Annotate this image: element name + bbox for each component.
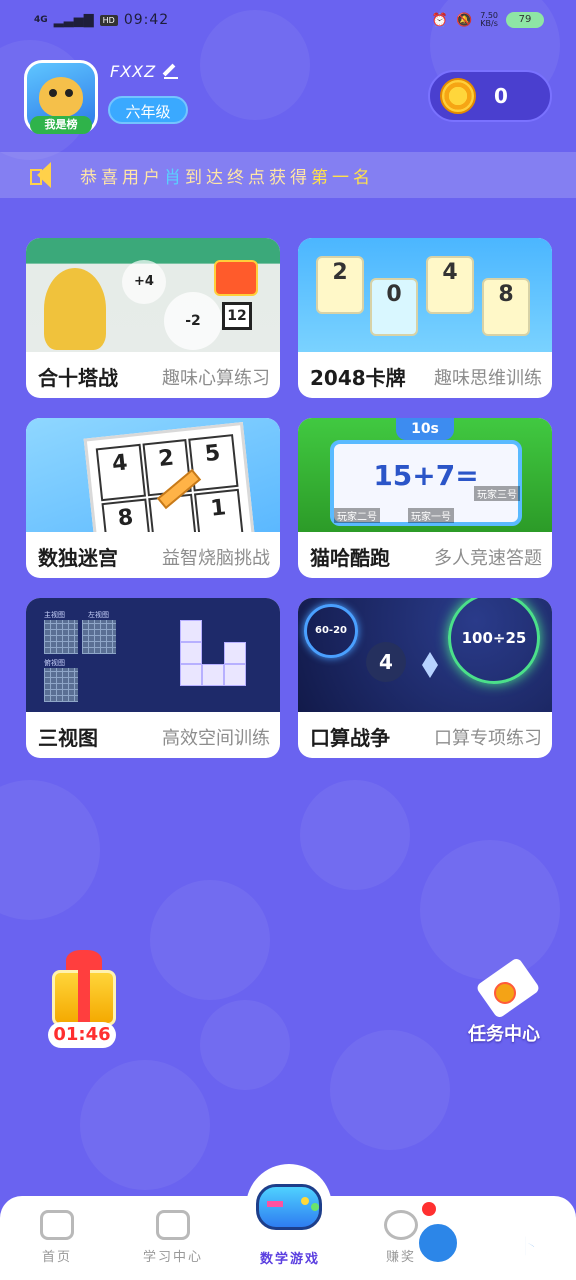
game-card-three-views[interactable]: 主视图 左视图 俯视图 三视图 高效空间训练	[26, 598, 280, 758]
timer-tab: 10s	[396, 418, 454, 440]
battery-indicator: 79	[506, 12, 544, 28]
view-label: 主视图	[44, 611, 65, 619]
play-icon	[156, 1210, 190, 1240]
speaker-icon	[28, 160, 58, 190]
game-title: 合十塔战	[38, 366, 118, 390]
left-ring: 60-20	[304, 604, 358, 658]
game-subtitle: 口算专项练习	[434, 728, 542, 749]
nav-math-games-label[interactable]: 数学游戏	[252, 1248, 328, 1267]
game-card-maoha[interactable]: 15+7= 10s 玩家二号 玩家一号 玩家三号 猫哈酷跑 多人竞速答题	[298, 418, 552, 578]
player-label: 玩家一号	[408, 508, 454, 523]
coin-balance[interactable]: 0	[428, 70, 552, 122]
cube-block	[180, 642, 202, 664]
view-label: 俯视图	[44, 659, 65, 667]
watermark-text: 飞翔下载	[466, 1231, 563, 1260]
target-number: 12	[222, 302, 252, 330]
game-subtitle: 趣味思维训练	[434, 368, 542, 389]
watermark: 飞翔下载	[416, 1216, 576, 1270]
bubble-minus: -2	[164, 292, 222, 350]
status-bar: 4G ▂▃▅▇ HD 09:42 ⏰ 🔕 7.50 KB/s 79	[0, 0, 576, 40]
grade-badge[interactable]: 六年级	[108, 96, 188, 124]
medal-icon	[494, 982, 516, 1004]
cube-block	[224, 664, 246, 686]
game-art-hesita: +4 -2 12	[26, 238, 280, 352]
game-subtitle: 高效空间训练	[162, 728, 270, 749]
network-speed: 7.50 KB/s	[480, 11, 498, 28]
number-card: 8	[482, 278, 530, 336]
home-icon	[40, 1210, 74, 1240]
notification-dot	[422, 1202, 436, 1216]
cube-block	[202, 664, 224, 686]
cube-block	[180, 620, 202, 642]
nav-home[interactable]: 首页	[12, 1210, 102, 1265]
username: FXXZ	[110, 62, 157, 81]
top-view-grid	[44, 668, 78, 702]
network-indicator: 4G	[34, 14, 48, 25]
gift-countdown[interactable]: 01:46	[48, 1022, 116, 1048]
game-art-three-views: 主视图 左视图 俯视图	[26, 598, 280, 712]
bubble-plus: +4	[122, 260, 166, 304]
number-card: 2	[316, 256, 364, 314]
status-time: 09:42	[123, 12, 170, 28]
game-title: 三视图	[38, 726, 98, 750]
coin-icon	[440, 78, 476, 114]
gift-box[interactable]	[44, 950, 126, 1030]
cube-block	[224, 642, 246, 664]
game-title: 猫哈酷跑	[310, 546, 390, 570]
nav-label: 首页	[41, 1250, 72, 1265]
player-label: 玩家二号	[334, 508, 380, 523]
coin-count: 0	[494, 84, 508, 108]
avatar-badge: 我是榜	[30, 116, 92, 134]
task-center-label[interactable]: 任务中心	[468, 1020, 540, 1046]
treasure-chest-icon	[214, 260, 258, 296]
game-art-maoha: 15+7= 10s 玩家二号 玩家一号 玩家三号	[298, 418, 552, 532]
right-ring: 100÷25	[448, 598, 540, 684]
nav-label: 学习中心	[142, 1250, 203, 1265]
game-card-2048[interactable]: 2 0 4 8 2048卡牌 趣味思维训练	[298, 238, 552, 398]
mute-icon: 🔕	[456, 12, 473, 28]
game-art-sudoku: 4 2 5 8 1	[26, 418, 280, 532]
cube-block	[180, 664, 202, 686]
notice-bar: 恭喜用户肖到达终点获得第一名	[0, 152, 576, 198]
signal-icon: ▂▃▅▇	[53, 12, 94, 28]
game-art-kousuan: 60-20 100÷25 4	[298, 598, 552, 712]
game-subtitle: 益智烧脑挑战	[162, 548, 270, 569]
number-card: 4	[426, 256, 474, 314]
avatar-character-icon	[39, 77, 83, 117]
player-label: 玩家三号	[474, 486, 520, 501]
side-view-grid	[82, 620, 116, 654]
game-subtitle: 多人竞速答题	[434, 548, 542, 569]
watermark-logo-icon	[416, 1221, 460, 1265]
game-subtitle: 趣味心算练习	[162, 368, 270, 389]
username-row[interactable]: FXXZ	[110, 62, 179, 81]
nav-math-games[interactable]	[246, 1164, 332, 1250]
game-title: 口算战争	[310, 726, 390, 750]
view-label: 左视图	[88, 611, 109, 619]
crystal-icon	[422, 652, 438, 678]
game-title: 数独迷宫	[38, 546, 118, 570]
alarm-icon: ⏰	[431, 12, 448, 28]
game-card-hesita[interactable]: +4 -2 12 合十塔战 趣味心算练习	[26, 238, 280, 398]
hero-character-icon	[44, 268, 106, 350]
game-card-kousuan[interactable]: 60-20 100÷25 4 口算战争 口算专项练习	[298, 598, 552, 758]
gamepad-icon	[256, 1184, 322, 1230]
game-art-2048: 2 0 4 8	[298, 238, 552, 352]
game-card-sudoku[interactable]: 4 2 5 8 1 数独迷宫 益智烧脑挑战	[26, 418, 280, 578]
sudoku-grid: 4 2 5 8 1	[83, 421, 257, 532]
game-title: 2048卡牌	[310, 366, 406, 390]
notice-text: 恭喜用户肖到达终点获得第一名	[80, 167, 374, 188]
nav-study[interactable]: 学习中心	[128, 1210, 218, 1265]
front-view-grid	[44, 620, 78, 654]
hd-badge: HD	[99, 14, 118, 26]
edit-pencil-icon[interactable]	[164, 65, 179, 79]
answer-bubble: 4	[366, 642, 406, 682]
number-card: 0	[370, 278, 418, 336]
star-icon	[384, 1210, 418, 1240]
